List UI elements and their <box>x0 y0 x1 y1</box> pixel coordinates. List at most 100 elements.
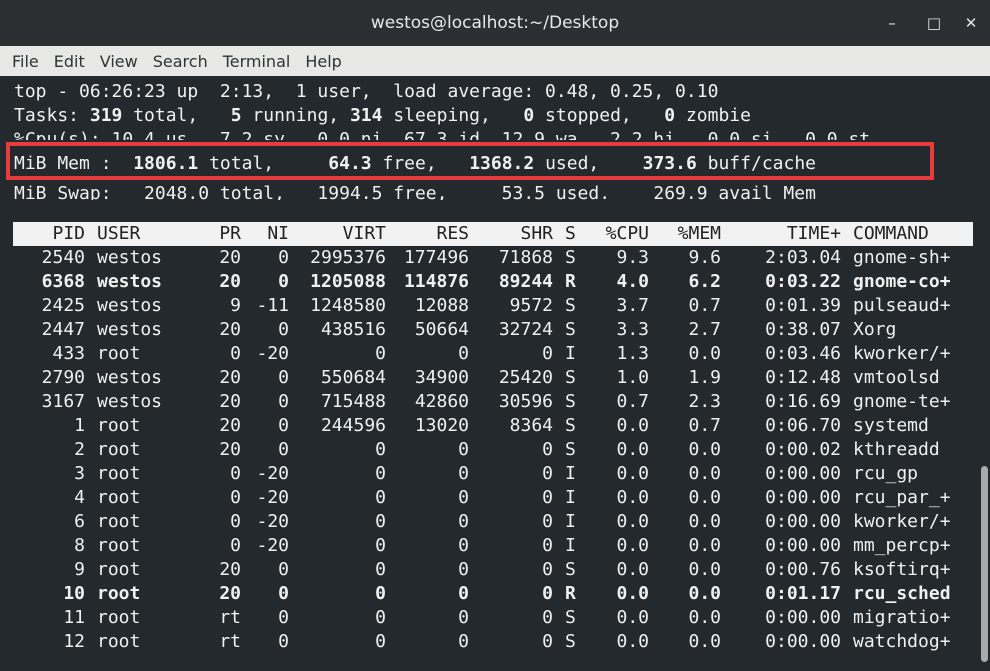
cell-pr: 20 <box>219 271 241 292</box>
cell-time: 0:00.00 <box>765 511 841 532</box>
minimize-icon[interactable]: – <box>880 11 904 35</box>
process-row[interactable]: 433 root 0 -20 0 0 0 I 1.3 0.0 0:03.46 kworker/+ <box>13 342 973 366</box>
cell-res: 0 <box>458 487 469 508</box>
mem-highlight-box <box>6 142 934 180</box>
cell-mem: 0.0 <box>688 559 721 580</box>
cell-pid: 1 <box>74 415 85 436</box>
process-row[interactable]: 10 root 20 0 0 0 0 R 0.0 0.0 0:01.17 rcu_sched <box>13 582 973 606</box>
scrollbar-thumb[interactable] <box>981 466 988 662</box>
col-mem[interactable]: %MEM <box>663 222 721 246</box>
process-row[interactable]: 2540 westos 20 0 2995376 177496 71868 S 9.3 9.6 2:… <box>13 246 973 270</box>
process-row[interactable]: 4 root 0 -20 0 0 0 I 0.0 0.0 0:00.00 rcu_par_+ <box>13 486 973 510</box>
cell-res: 42860 <box>414 391 469 412</box>
menu-help[interactable]: Help <box>305 52 341 71</box>
cell-cpu: 0.0 <box>616 631 649 652</box>
cell-res: 50664 <box>414 319 469 340</box>
cell-ni: 0 <box>278 247 289 268</box>
cell-virt: 550684 <box>320 367 386 388</box>
col-virt[interactable]: VIRT <box>293 222 386 246</box>
title-bar[interactable]: westos@localhost:~/Desktop – □ ✕ <box>0 0 990 46</box>
cell-shr: 0 <box>542 607 553 628</box>
terminal-output[interactable]: top - 06:26:23 up 2:13, 1 user, load ave… <box>0 76 990 671</box>
menu-file[interactable]: File <box>12 52 39 71</box>
cell-pr: 20 <box>219 391 241 412</box>
cell-state: S <box>565 439 576 460</box>
cell-pr: 0 <box>230 535 241 556</box>
cell-command: ksoftirq+ <box>853 559 951 580</box>
col-res[interactable]: RES <box>393 222 469 246</box>
col-shr[interactable]: SHR <box>473 222 553 246</box>
cell-state: S <box>565 391 576 412</box>
cell-shr: 0 <box>542 343 553 364</box>
scrollbar[interactable] <box>978 76 990 671</box>
cell-pr: 20 <box>219 439 241 460</box>
cell-state: R <box>565 271 576 292</box>
process-row[interactable]: 8 root 0 -20 0 0 0 I 0.0 0.0 0:00.00 mm_percp+ <box>13 534 973 558</box>
cell-res: 177496 <box>403 247 469 268</box>
cell-pid: 12 <box>63 631 85 652</box>
tasks-total-label: total, <box>122 105 231 126</box>
cell-ni: -20 <box>256 535 289 556</box>
process-row[interactable]: 6368 westos 20 0 1205088 114876 89244 R 4.0 6.2 0:… <box>13 270 973 294</box>
menu-terminal[interactable]: Terminal <box>223 52 291 71</box>
col-pid[interactable]: PID <box>13 222 85 246</box>
process-row[interactable]: 9 root 20 0 0 0 0 S 0.0 0.0 0:00.76 ksoftirq+ <box>13 558 973 582</box>
cell-shr: 32724 <box>498 319 553 340</box>
cell-mem: 0.0 <box>688 607 721 628</box>
col-cpu[interactable]: %CPU <box>593 222 649 246</box>
menu-edit[interactable]: Edit <box>54 52 85 71</box>
process-row[interactable]: 12 root rt 0 0 0 0 S 0.0 0.0 0:00.00 watchdog+ <box>13 630 973 654</box>
process-row[interactable]: 6 root 0 -20 0 0 0 I 0.0 0.0 0:00.00 kworker/+ <box>13 510 973 534</box>
cell-time: 0:38.07 <box>765 319 841 340</box>
process-row[interactable]: 1 root 20 0 244596 13020 8364 S 0.0 0.7 0:06.70 sys… <box>13 414 973 438</box>
col-time[interactable]: TIME+ <box>733 222 841 246</box>
cell-pr: 0 <box>230 487 241 508</box>
swap-text: MiB Swap: 2048.0 total, 1994.5 free, 53.… <box>14 183 816 200</box>
process-row[interactable]: 3 root 0 -20 0 0 0 I 0.0 0.0 0:00.00 rcu_gp <box>13 462 973 486</box>
close-icon[interactable]: ✕ <box>959 11 983 35</box>
process-row[interactable]: 11 root rt 0 0 0 0 S 0.0 0.0 0:00.00 migratio+ <box>13 606 973 630</box>
cell-ni: 0 <box>278 391 289 412</box>
tasks-stopped-label: stopped, <box>534 105 665 126</box>
process-row[interactable]: 3167 westos 20 0 715488 42860 30596 S 0.7 2.3 0:16… <box>13 390 973 414</box>
cell-pid: 2540 <box>41 247 85 268</box>
process-row[interactable]: 2425 westos 9 -11 1248580 12088 9572 S 3.7 0.7 0:0… <box>13 294 973 318</box>
cell-cpu: 9.3 <box>616 247 649 268</box>
cell-command: Xorg <box>853 319 897 340</box>
process-row[interactable]: 2 root 20 0 0 0 0 S 0.0 0.0 0:00.02 kthreadd <box>13 438 973 462</box>
cell-mem: 2.7 <box>688 319 721 340</box>
cell-command: pulseaud+ <box>853 295 951 316</box>
menu-bar: File Edit View Search Terminal Help <box>0 46 990 76</box>
process-row[interactable]: 2790 westos 20 0 550684 34900 25420 S 1.0 1.9 0:12… <box>13 366 973 390</box>
col-ni[interactable]: NI <box>243 222 289 246</box>
cell-time: 2:03.04 <box>765 247 841 268</box>
cell-cpu: 1.3 <box>616 343 649 364</box>
cell-time: 0:16.69 <box>765 391 841 412</box>
menu-search[interactable]: Search <box>153 52 208 71</box>
cell-shr: 89244 <box>498 271 553 292</box>
maximize-icon[interactable]: □ <box>922 11 946 35</box>
cell-virt: 438516 <box>320 319 386 340</box>
cell-state: I <box>565 463 576 484</box>
cell-shr: 0 <box>542 535 553 556</box>
cell-shr: 0 <box>542 487 553 508</box>
menu-view[interactable]: View <box>100 52 138 71</box>
cell-mem: 0.7 <box>688 295 721 316</box>
cell-time: 0:00.00 <box>765 631 841 652</box>
cell-cpu: 0.0 <box>616 559 649 580</box>
cell-res: 0 <box>458 559 469 580</box>
cell-state: S <box>565 559 576 580</box>
tasks-zombie-label: zombie <box>675 105 751 126</box>
cell-shr: 0 <box>542 463 553 484</box>
col-pr[interactable]: PR <box>183 222 241 246</box>
cell-ni: 0 <box>278 607 289 628</box>
cell-pr: 20 <box>219 583 241 604</box>
cell-command: gnome-sh+ <box>853 247 951 268</box>
cell-pid: 2425 <box>41 295 85 316</box>
cell-pid: 6 <box>74 511 85 532</box>
col-command[interactable]: COMMAND <box>853 222 973 246</box>
tasks-sleeping: 314 <box>349 105 383 126</box>
process-row[interactable]: 2447 westos 20 0 438516 50664 32724 S 3.3 2.7 0:38… <box>13 318 973 342</box>
cell-virt: 0 <box>375 463 386 484</box>
col-s[interactable]: S <box>565 222 581 246</box>
